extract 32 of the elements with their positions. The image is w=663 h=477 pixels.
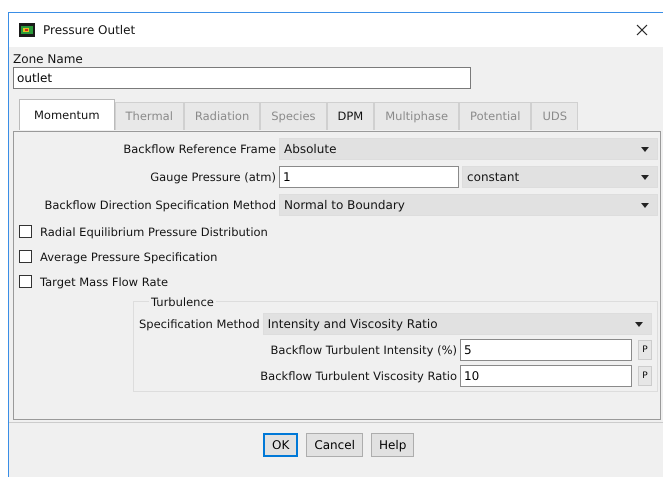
field-label: Specification Method xyxy=(139,317,260,331)
zone-name-field[interactable]: outlet xyxy=(13,67,471,89)
field-label: Backflow Reference Frame xyxy=(122,142,276,156)
parameter-button[interactable]: P xyxy=(638,366,652,386)
app-icon xyxy=(19,23,35,37)
dropdown[interactable]: Intensity and Viscosity Ratio xyxy=(262,313,652,335)
dialog-button[interactable]: Cancel xyxy=(306,433,363,457)
field-label: Gauge Pressure (atm) xyxy=(149,170,276,184)
checkbox-label: Radial Equilibrium Pressure Distribution xyxy=(40,224,268,238)
zone-name-label: Zone Name xyxy=(13,51,84,67)
field-label: Backflow Turbulent Intensity (%) xyxy=(270,343,457,357)
tab[interactable]: DPM xyxy=(326,102,374,130)
close-icon[interactable] xyxy=(636,24,648,36)
checkbox[interactable] xyxy=(19,250,32,263)
input-field[interactable]: 1 xyxy=(279,166,459,188)
dropdown[interactable]: Normal to Boundary xyxy=(279,194,658,216)
field-label: Backflow Direction Specification Method xyxy=(44,198,276,212)
input-field[interactable]: 5 xyxy=(460,339,632,361)
group-title: Turbulence xyxy=(149,295,216,309)
checkbox[interactable] xyxy=(19,225,32,238)
parameter-button[interactable]: P xyxy=(638,340,652,360)
checkbox-label: Average Pressure Specification xyxy=(40,250,218,264)
tab[interactable]: Momentum xyxy=(19,99,115,130)
dropdown[interactable]: Absolute xyxy=(279,138,658,160)
dropdown[interactable]: constant xyxy=(462,166,658,188)
dialog-button[interactable]: Help xyxy=(370,433,414,457)
input-field[interactable]: 10 xyxy=(460,365,632,387)
window-title: Pressure Outlet xyxy=(43,23,136,37)
checkbox[interactable] xyxy=(19,275,32,288)
field-label: Backflow Turbulent Viscosity Ratio xyxy=(260,369,457,383)
dialog-button[interactable]: OK xyxy=(263,433,298,457)
checkbox-label: Target Mass Flow Rate xyxy=(40,274,168,288)
